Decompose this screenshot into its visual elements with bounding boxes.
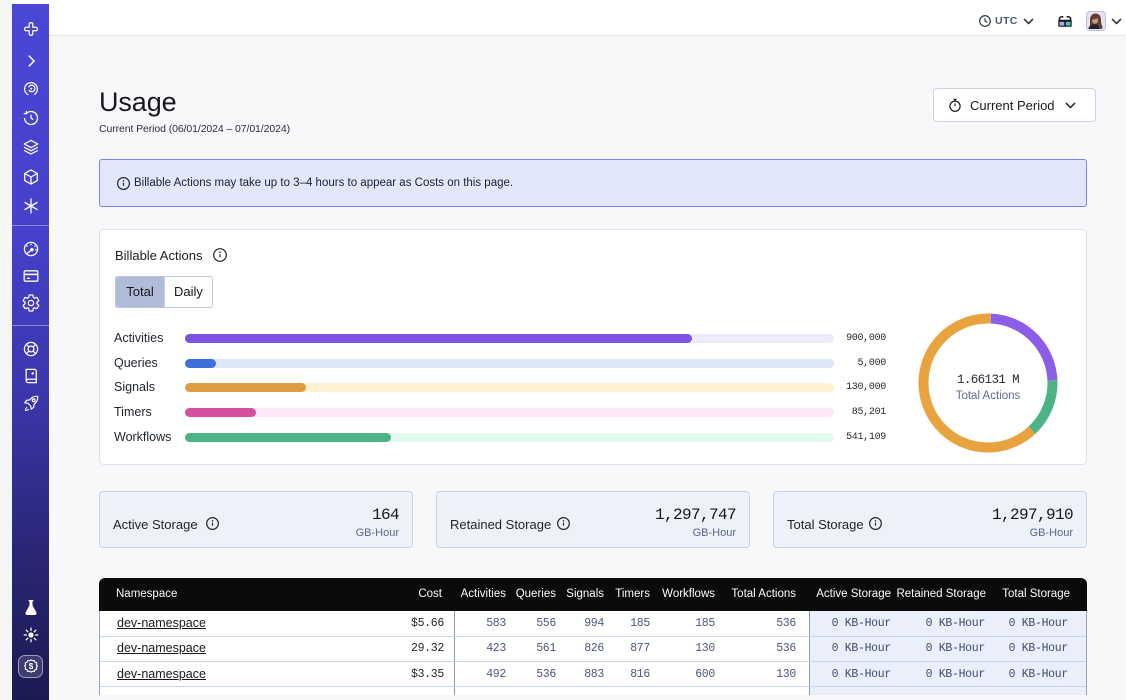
svg-text:$: $ xyxy=(28,662,33,671)
